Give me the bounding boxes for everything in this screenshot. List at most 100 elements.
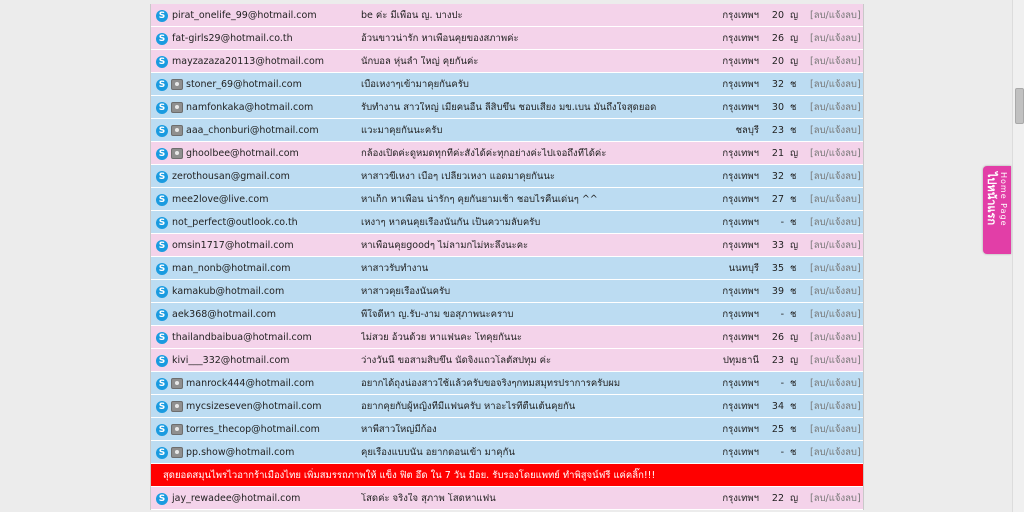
member-email[interactable]: fat-girls29@hotmail.co.th: [172, 33, 293, 45]
report-delete-link[interactable]: [ลบ/แจ้งลบ]: [810, 378, 861, 390]
member-age: 20: [771, 10, 784, 21]
report-delete-link[interactable]: [ลบ/แจ้งลบ]: [810, 33, 861, 45]
report-delete-link[interactable]: [ลบ/แจ้งลบ]: [810, 447, 861, 459]
member-age: 35: [771, 263, 784, 274]
skype-icon[interactable]: S: [156, 102, 168, 114]
member-sex: ญ: [790, 56, 799, 67]
member-email[interactable]: mee2love@live.com: [172, 194, 268, 206]
home-page-tab[interactable]: ไปหน้าแรก Home Page: [983, 166, 1011, 254]
report-delete-link[interactable]: [ลบ/แจ้งลบ]: [810, 286, 861, 298]
member-age: 23: [771, 125, 784, 136]
home-tab-label: ไปหน้าแรก: [985, 172, 998, 226]
report-delete-link[interactable]: [ลบ/แจ้งลบ]: [810, 10, 861, 22]
member-email[interactable]: man_nonb@hotmail.com: [172, 263, 290, 275]
skype-icon[interactable]: S: [156, 263, 168, 275]
member-email[interactable]: aaa_chonburi@hotmail.com: [186, 125, 319, 137]
member-email[interactable]: pirat_onelife_99@hotmail.com: [172, 10, 317, 22]
skype-icon[interactable]: S: [156, 447, 168, 459]
member-row: Smayzazaza20113@hotmail.com นักบอล หุ่นล่…: [151, 50, 863, 73]
member-email[interactable]: stoner_69@hotmail.com: [186, 79, 302, 91]
member-email[interactable]: jay_rewadee@hotmail.com: [172, 493, 300, 505]
skype-icon[interactable]: S: [156, 401, 168, 413]
skype-icon[interactable]: S: [156, 424, 168, 436]
member-row: Spirat_onelife_99@hotmail.com be ค่ะ มีเพ…: [151, 4, 863, 27]
member-row: Somsin1717@hotmail.com หาเพื่อนคุยgoodๆ ไ…: [151, 234, 863, 257]
ad-banner[interactable]: สุดยอดสมุนไพรไวอากร้าเมืองไทย เพิ่มสมรรถ…: [151, 464, 863, 487]
skype-icon[interactable]: S: [156, 309, 168, 321]
skype-icon[interactable]: S: [156, 79, 168, 91]
member-message: รับทำงาน สาวใหญ่ เมียคนอื่น ลี่สิบขึ้น ช…: [361, 102, 657, 113]
member-email[interactable]: kivi___332@hotmail.com: [172, 355, 290, 367]
member-sex: ญ: [790, 148, 799, 159]
member-email[interactable]: ghoolbee@hotmail.com: [186, 148, 299, 160]
skype-icon[interactable]: S: [156, 240, 168, 252]
skype-icon[interactable]: S: [156, 125, 168, 137]
report-delete-link[interactable]: [ลบ/แจ้งลบ]: [810, 217, 861, 229]
member-sex: ช: [790, 424, 797, 435]
member-email[interactable]: zerothousan@gmail.com: [172, 171, 290, 183]
member-email[interactable]: namfonkaka@hotmail.com: [186, 102, 313, 114]
webcam-icon: [171, 447, 183, 458]
report-delete-link[interactable]: [ลบ/แจ้งลบ]: [810, 332, 861, 344]
member-province: กรุงเทพฯ: [722, 286, 759, 297]
webcam-icon: [171, 401, 183, 412]
member-message: แวะมาคุยกันนะครับ: [361, 125, 443, 136]
skype-icon[interactable]: S: [156, 56, 168, 68]
member-sex: ช: [790, 125, 797, 136]
member-email[interactable]: aek368@hotmail.com: [172, 309, 276, 321]
report-delete-link[interactable]: [ลบ/แจ้งลบ]: [810, 401, 861, 413]
member-email[interactable]: thailandbaibua@hotmail.com: [172, 332, 312, 344]
member-email[interactable]: pp.show@hotmail.com: [186, 447, 294, 459]
page-scrollbar[interactable]: [1012, 0, 1024, 512]
member-message: หาสาวขี้เหงา เบื่อๆ เปลี่ยวเหงา แอดมาคุย…: [361, 171, 556, 182]
member-row: Storres_thecop@hotmail.com หาพี่สาวใหญ่มี…: [151, 418, 863, 441]
member-province: กรุงเทพฯ: [722, 171, 759, 182]
report-delete-link[interactable]: [ลบ/แจ้งลบ]: [810, 102, 861, 114]
member-email[interactable]: mayzazaza20113@hotmail.com: [172, 56, 324, 68]
skype-icon[interactable]: S: [156, 355, 168, 367]
report-delete-link[interactable]: [ลบ/แจ้งลบ]: [810, 424, 861, 436]
skype-icon[interactable]: S: [156, 217, 168, 229]
member-age: 27: [771, 194, 784, 205]
report-delete-link[interactable]: [ลบ/แจ้งลบ]: [810, 194, 861, 206]
member-age: 39: [771, 286, 784, 297]
member-message: อยากคุยกับผู้หญิงที่มีแฟนครับ หาอะไรที่ต…: [361, 401, 576, 412]
member-province: กรุงเทพฯ: [722, 309, 759, 320]
member-email[interactable]: kamakub@hotmail.com: [172, 286, 284, 298]
report-delete-link[interactable]: [ลบ/แจ้งลบ]: [810, 148, 861, 160]
report-delete-link[interactable]: [ลบ/แจ้งลบ]: [810, 240, 861, 252]
skype-icon[interactable]: S: [156, 493, 168, 505]
skype-icon[interactable]: S: [156, 332, 168, 344]
skype-icon[interactable]: S: [156, 171, 168, 183]
member-email[interactable]: torres_thecop@hotmail.com: [186, 424, 320, 436]
skype-icon[interactable]: S: [156, 10, 168, 22]
member-message: หาสาวรับทำงาน: [361, 263, 429, 274]
member-email[interactable]: manrock444@hotmail.com: [186, 378, 314, 390]
report-delete-link[interactable]: [ลบ/แจ้งลบ]: [810, 355, 861, 367]
skype-icon[interactable]: S: [156, 286, 168, 298]
report-delete-link[interactable]: [ลบ/แจ้งลบ]: [810, 493, 861, 505]
member-message: หาสาวคุยเรื่องนั้นครับ: [361, 286, 451, 297]
scroll-thumb[interactable]: [1015, 88, 1024, 124]
skype-icon[interactable]: S: [156, 148, 168, 160]
report-delete-link[interactable]: [ลบ/แจ้งลบ]: [810, 79, 861, 91]
member-sex: ช: [790, 217, 797, 228]
report-delete-link[interactable]: [ลบ/แจ้งลบ]: [810, 309, 861, 321]
member-email[interactable]: not_perfect@outlook.co.th: [172, 217, 298, 229]
report-delete-link[interactable]: [ลบ/แจ้งลบ]: [810, 263, 861, 275]
member-row: Sman_nonb@hotmail.com หาสาวรับทำงาน นนทบุร…: [151, 257, 863, 280]
member-email[interactable]: mycsizeseven@hotmail.com: [186, 401, 322, 413]
skype-icon[interactable]: S: [156, 33, 168, 45]
member-row: Sfat-girls29@hotmail.co.th อ้วนขาวน่ารัก …: [151, 27, 863, 50]
skype-icon[interactable]: S: [156, 378, 168, 390]
member-sex: ช: [790, 171, 797, 182]
report-delete-link[interactable]: [ลบ/แจ้งลบ]: [810, 171, 861, 183]
member-province: กรุงเทพฯ: [722, 401, 759, 412]
report-delete-link[interactable]: [ลบ/แจ้งลบ]: [810, 56, 861, 68]
member-province: กรุงเทพฯ: [722, 102, 759, 113]
report-delete-link[interactable]: [ลบ/แจ้งลบ]: [810, 125, 861, 137]
member-age: -: [780, 217, 784, 228]
skype-icon[interactable]: S: [156, 194, 168, 206]
member-message: เหงาๆ หาคนคุยเรื่องนั้นกัน เป็นความลับคร…: [361, 217, 541, 228]
member-email[interactable]: omsin1717@hotmail.com: [172, 240, 294, 252]
